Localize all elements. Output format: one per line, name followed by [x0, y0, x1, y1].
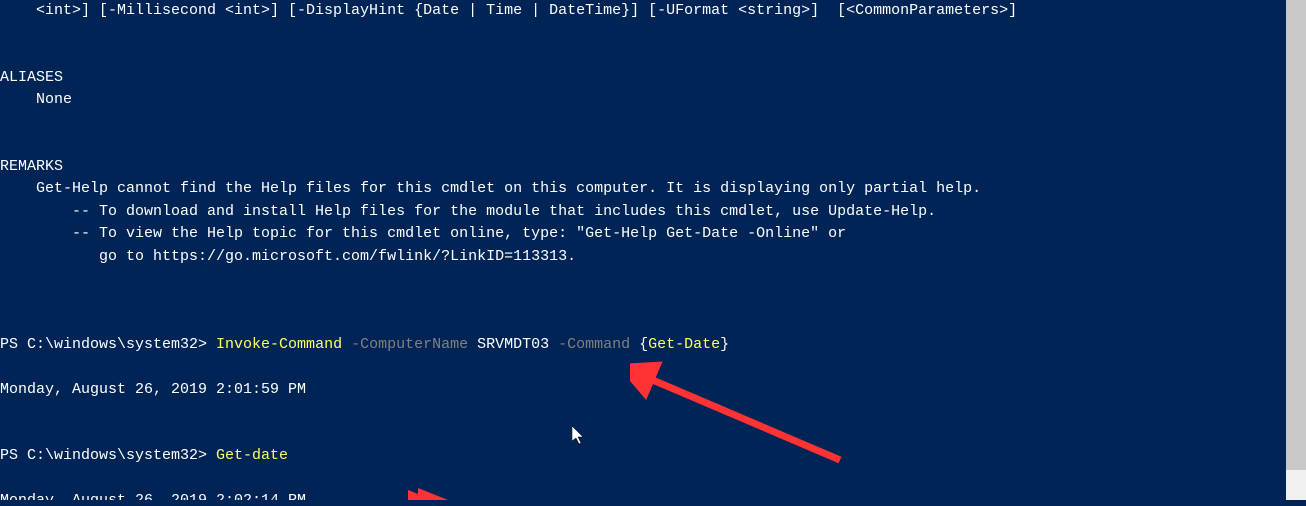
syntax-line: <int>] [-Millisecond <int>] [-DisplayHin… [0, 0, 1286, 23]
remarks-line-2: -- To download and install Help files fo… [0, 201, 1286, 224]
remarks-line-3: -- To view the Help topic for this cmdle… [0, 223, 1286, 246]
blank [0, 357, 1286, 379]
command-line-1: PS C:\windows\system32> Invoke-Command -… [0, 334, 1286, 357]
blank [0, 468, 1286, 490]
aliases-body: None [0, 89, 1286, 112]
blank [0, 23, 1286, 45]
blank [0, 268, 1286, 290]
terminal-content[interactable]: <int>] [-Millisecond <int>] [-DisplayHin… [0, 0, 1286, 500]
blank [0, 312, 1286, 334]
output-2: Monday, August 26, 2019 2:02:14 PM [0, 490, 1286, 501]
blank [0, 134, 1286, 156]
prompt-prefix: PS C:\windows\system32> [0, 447, 216, 464]
brace-close: } [720, 336, 729, 353]
scrollbar-track[interactable] [1286, 0, 1306, 500]
cmdlet-name: Invoke-Command [216, 336, 342, 353]
remarks-line-4: go to https://go.microsoft.com/fwlink/?L… [0, 246, 1286, 269]
inner-cmdlet: Get-Date [648, 336, 720, 353]
param-computername: -ComputerName [342, 336, 468, 353]
blank [0, 290, 1286, 312]
arg-computername: SRVMDT03 [468, 336, 549, 353]
blank [0, 45, 1286, 67]
remarks-line-1: Get-Help cannot find the Help files for … [0, 178, 1286, 201]
scrollbar-thumb[interactable] [1286, 0, 1306, 470]
output-1: Monday, August 26, 2019 2:01:59 PM [0, 379, 1286, 402]
prompt-prefix: PS C:\windows\system32> [0, 336, 216, 353]
blank [0, 423, 1286, 445]
cursor-icon [572, 426, 586, 444]
blank [0, 401, 1286, 423]
brace-open: { [630, 336, 648, 353]
cmdlet-name: Get-date [216, 447, 288, 464]
param-command: -Command [549, 336, 630, 353]
blank [0, 112, 1286, 134]
command-line-2: PS C:\windows\system32> Get-date [0, 445, 1286, 468]
aliases-heading: ALIASES [0, 67, 1286, 90]
remarks-heading: REMARKS [0, 156, 1286, 179]
